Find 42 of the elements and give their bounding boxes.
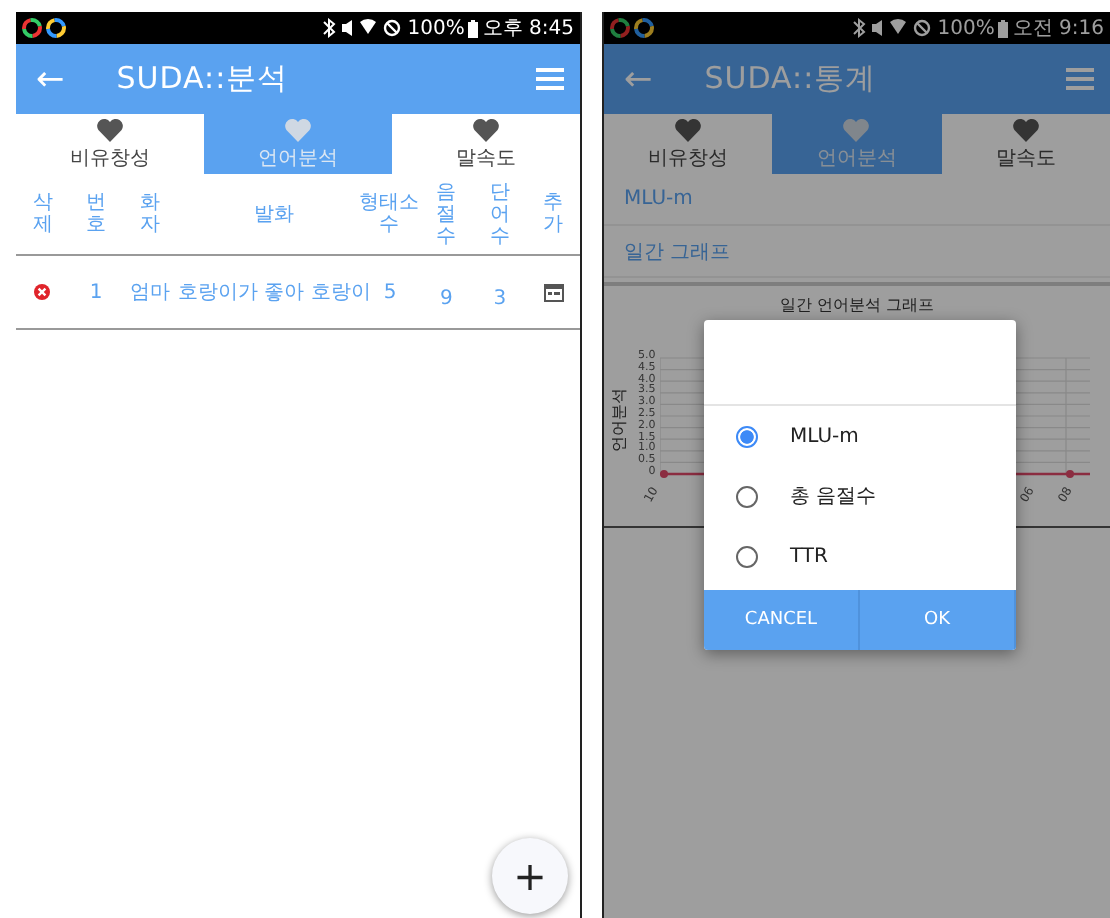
delete-icon[interactable] [34, 284, 51, 300]
battery-icon [998, 19, 1009, 37]
axis-label: 언어분석 [608, 388, 630, 452]
calendar-icon[interactable] [543, 283, 564, 301]
clock: 오후 8:45 [482, 16, 574, 42]
table-cell: 9 [440, 287, 453, 309]
table-cell-text: 엄마 [129, 280, 170, 306]
battery-percent: 100% [407, 17, 465, 39]
radio-option[interactable]: MLU-m [704, 406, 1016, 466]
clock: 오전 9:16 [1012, 16, 1104, 42]
table-cell: 5 [383, 281, 397, 303]
status-icons [849, 18, 934, 38]
heart-icon [284, 117, 312, 141]
radio-button[interactable] [736, 425, 758, 447]
radio-option[interactable]: 총 음절수 [704, 466, 1016, 526]
column-header: 번호 [86, 192, 107, 236]
screen-title: SUDA::분석 [116, 60, 289, 98]
column-header: 발화 [254, 203, 294, 225]
radio-button[interactable] [736, 485, 758, 507]
column-header: 추가 [543, 192, 564, 236]
radio-button[interactable] [736, 545, 758, 567]
chart-title: 일간 언어분석 그래프 [779, 294, 935, 316]
column-header: 형태소수 [359, 192, 420, 236]
column-header: 화자 [139, 192, 160, 236]
column-header: 삭제 [32, 192, 53, 236]
heart-icon [472, 117, 500, 141]
battery-icon [468, 19, 479, 37]
table-cell: 3 [493, 287, 507, 309]
heart-icon [1011, 117, 1040, 141]
screen-title: SUDA::통계 [704, 60, 877, 98]
menu-icon[interactable] [536, 68, 564, 90]
radio-option[interactable]: TTR [704, 526, 1016, 586]
table-cell-text: 호랑이가 좋아 호랑이 [177, 280, 371, 306]
battery-percent: 100% [937, 17, 995, 39]
column-header: 단어수 [489, 181, 510, 247]
heart-icon [674, 117, 703, 141]
heart-icon [96, 117, 124, 141]
table-cell: 1 [89, 281, 103, 303]
status-icons [319, 18, 404, 38]
column-header: 음절수 [436, 181, 457, 247]
add-button[interactable]: + [492, 838, 568, 914]
heart-icon [842, 117, 871, 141]
